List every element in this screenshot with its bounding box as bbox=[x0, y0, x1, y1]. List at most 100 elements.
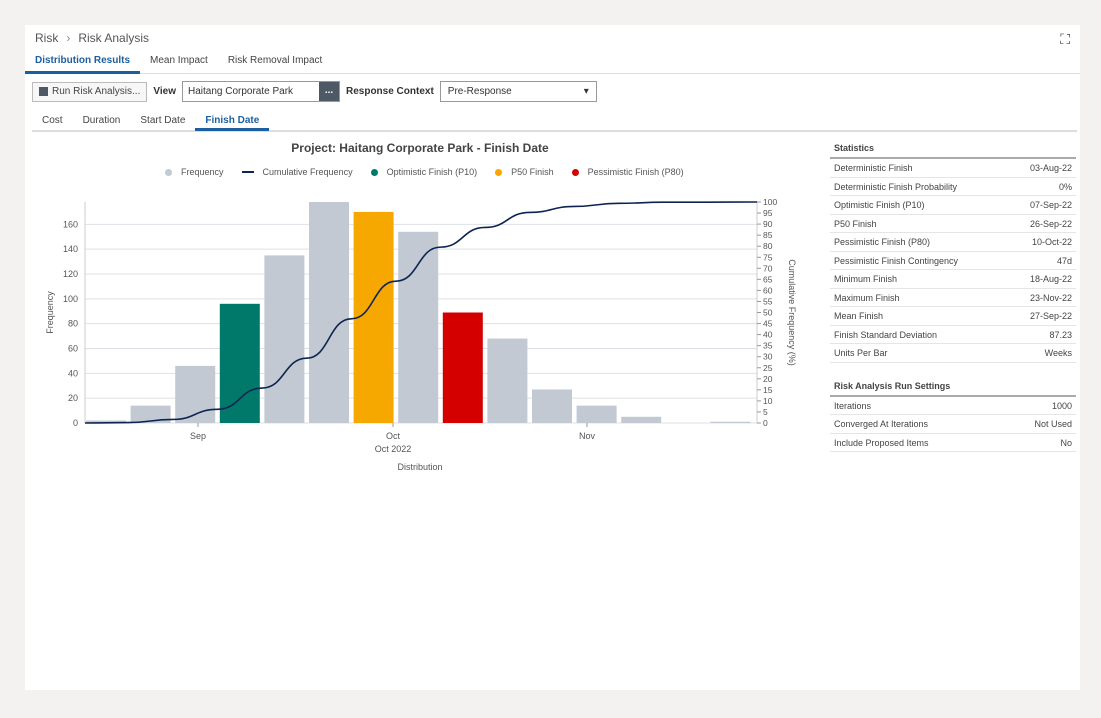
stat-value: 18-Aug-22 bbox=[1029, 274, 1072, 284]
stat-row: Deterministic Finish 03-Aug-22 bbox=[830, 159, 1076, 178]
tab-risk-removal-impact[interactable]: Risk Removal Impact bbox=[218, 51, 332, 74]
dot-icon bbox=[495, 168, 503, 176]
statistics-panel: Statistics Deterministic Finish 03-Aug-22… bbox=[830, 139, 1076, 452]
run-label: Run Risk Analysis... bbox=[52, 86, 141, 97]
bar-26-Oct-22 bbox=[532, 389, 572, 423]
stat-row: Maximum Finish 23-Nov-22 bbox=[830, 289, 1076, 307]
y-tick-label: 20 bbox=[68, 393, 78, 403]
stat-label: Units Per Bar bbox=[834, 348, 888, 358]
view-input[interactable]: Haitang Corporate Park... bbox=[181, 81, 340, 102]
y-tick-label: 100 bbox=[63, 294, 78, 304]
y2-tick-label: 85 bbox=[763, 230, 773, 240]
stat-value: 27-Sep-22 bbox=[1029, 311, 1072, 321]
browse-button[interactable]: ... bbox=[318, 82, 339, 101]
stat-label: Include Proposed Items bbox=[834, 437, 929, 448]
y2-tick-label: 10 bbox=[763, 396, 773, 406]
y2-tick-label: 55 bbox=[763, 296, 773, 306]
run-risk-analysis-button[interactable]: Run Risk Analysis... bbox=[32, 81, 148, 102]
stat-row: Pessimistic Finish Contingency 47d bbox=[830, 252, 1076, 270]
stat-value: 1000 bbox=[1051, 400, 1072, 411]
stat-row: Pessimistic Finish (P80) 10-Oct-22 bbox=[830, 233, 1076, 252]
dot-icon bbox=[165, 168, 172, 176]
y-axis-title: Frequency bbox=[45, 291, 55, 334]
legend-p80[interactable]: Pessimistic Finish (P80) bbox=[571, 167, 684, 177]
stat-label: Finish Standard Deviation bbox=[834, 329, 938, 340]
bar-02-Nov-22 bbox=[576, 405, 617, 423]
y2-tick-label: 70 bbox=[763, 263, 773, 273]
tab-start-date[interactable]: Start Date bbox=[130, 111, 195, 131]
y2-tick-label: 100 bbox=[763, 197, 777, 207]
tab-mean-impact[interactable]: Mean Impact bbox=[140, 51, 218, 74]
x-axis-title: Distribution bbox=[397, 462, 442, 472]
tab-cost[interactable]: Cost bbox=[32, 111, 73, 131]
stat-row: Minimum Finish 18-Aug-22 bbox=[830, 270, 1076, 289]
statistics-title: Statistics bbox=[830, 139, 1076, 159]
stat-value: Not Used bbox=[1034, 419, 1072, 429]
chevron-right-icon: › bbox=[66, 31, 71, 45]
bar-12-Oct-22 bbox=[442, 312, 483, 423]
risk-analysis-panel: Risk › Risk Analysis ⛶ Distribution Resu… bbox=[25, 25, 1080, 690]
stat-value: 23-Nov-22 bbox=[1029, 292, 1072, 303]
y2-tick-label: 60 bbox=[763, 285, 773, 295]
legend-label: Optimistic Finish (P10) bbox=[386, 167, 478, 177]
stat-row: Converged At Iterations Not Used bbox=[830, 415, 1076, 434]
view-label: View bbox=[153, 86, 176, 97]
stat-row: Deterministic Finish Probability 0% bbox=[830, 178, 1076, 196]
expand-icon[interactable]: ⛶ bbox=[1060, 31, 1070, 48]
stat-label: Converged At Iterations bbox=[834, 419, 929, 429]
y2-tick-label: 65 bbox=[763, 274, 773, 284]
y2-tick-label: 95 bbox=[763, 208, 773, 218]
stat-row: Include Proposed Items No bbox=[830, 434, 1076, 452]
response-context-select[interactable]: Pre-Response ▾ bbox=[439, 81, 597, 102]
bar-07-Sep-22 bbox=[219, 303, 260, 423]
breadcrumb-risk-analysis: Risk Analysis bbox=[78, 31, 150, 45]
legend-label: Pessimistic Finish (P80) bbox=[587, 167, 684, 177]
x-tick-label: Nov bbox=[579, 431, 596, 441]
stat-value: 47d bbox=[1056, 255, 1072, 266]
breadcrumb: Risk › Risk Analysis bbox=[35, 31, 149, 45]
bar-23-Nov-22 bbox=[710, 421, 751, 423]
y2-tick-label: 25 bbox=[763, 363, 773, 373]
main-tabs: Distribution Results Mean Impact Risk Re… bbox=[25, 51, 1080, 74]
legend-cumulative[interactable]: Cumulative Frequency bbox=[241, 167, 353, 177]
stat-row: Units Per Bar Weeks bbox=[830, 344, 1076, 363]
legend-label: Frequency bbox=[181, 167, 224, 177]
legend-p10[interactable]: Optimistic Finish (P10) bbox=[370, 167, 478, 177]
stat-label: Deterministic Finish bbox=[834, 163, 913, 173]
stat-label: Iterations bbox=[834, 400, 872, 411]
x-tick-label: Sep bbox=[190, 431, 206, 441]
y-tick-label: 80 bbox=[68, 319, 78, 329]
dot-icon bbox=[571, 168, 579, 176]
y2-axis-title: Cumulative Frequency (%) bbox=[787, 259, 797, 366]
stat-label: Mean Finish bbox=[834, 311, 884, 321]
dot-icon bbox=[370, 168, 378, 176]
bar-14-Sep-22 bbox=[264, 255, 305, 423]
y2-tick-label: 15 bbox=[763, 385, 773, 395]
chart-title: Project: Haitang Corporate Park - Finish… bbox=[291, 141, 549, 155]
distribution-chart: 0204060801001201401600510152025303540455… bbox=[45, 197, 797, 472]
tab-duration[interactable]: Duration bbox=[73, 111, 131, 131]
y-tick-label: 40 bbox=[68, 368, 78, 378]
x-tick-label: Oct bbox=[386, 431, 401, 441]
bar-05-Oct-22 bbox=[398, 231, 439, 423]
y-tick-label: 140 bbox=[63, 244, 78, 254]
tab-distribution-results[interactable]: Distribution Results bbox=[25, 51, 141, 74]
y2-tick-label: 75 bbox=[763, 252, 773, 262]
stat-label: Maximum Finish bbox=[834, 292, 900, 303]
stat-label: Optimistic Finish (P10) bbox=[834, 200, 925, 210]
x-subtick-label: Oct 2022 bbox=[375, 444, 412, 454]
stat-row: Optimistic Finish (P10) 07-Sep-22 bbox=[830, 196, 1076, 215]
view-value: Haitang Corporate Park bbox=[187, 86, 294, 97]
y-tick-label: 60 bbox=[68, 344, 78, 354]
bar-09-Nov-22 bbox=[621, 416, 662, 423]
context-value: Pre-Response bbox=[447, 86, 512, 97]
legend-frequency[interactable]: Frequency bbox=[165, 167, 224, 177]
stat-value: 26-Sep-22 bbox=[1029, 218, 1072, 229]
legend-label: Cumulative Frequency bbox=[262, 167, 353, 177]
breadcrumb-risk[interactable]: Risk bbox=[35, 31, 58, 45]
y2-tick-label: 90 bbox=[763, 219, 773, 229]
tab-finish-date[interactable]: Finish Date bbox=[195, 111, 270, 131]
legend-p50[interactable]: P50 Finish bbox=[495, 167, 554, 177]
stat-row: Finish Standard Deviation 87.23 bbox=[830, 326, 1076, 344]
run-icon bbox=[39, 87, 48, 96]
